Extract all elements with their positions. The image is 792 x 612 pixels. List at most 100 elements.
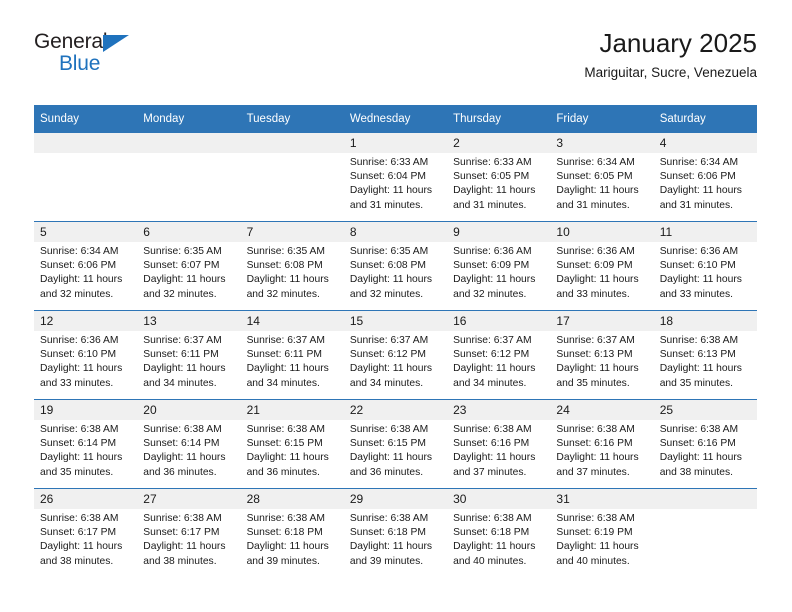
- calendar-day-cell[interactable]: 28 Sunrise: 6:38 AM Sunset: 6:18 PM Dayligh…: [240, 488, 344, 577]
- day-number: 26: [34, 489, 138, 509]
- calendar-day-cell[interactable]: 29 Sunrise: 6:38 AM Sunset: 6:18 PM Dayligh…: [343, 488, 448, 577]
- daylight-text: Daylight: 11 hours and 31 minutes.: [349, 185, 433, 211]
- day-number: 2: [447, 133, 551, 153]
- day-details: Sunrise: 6:33 AM Sunset: 6:05 PM Daylight:…: [447, 153, 550, 213]
- calendar-day-cell[interactable]: 25 Sunrise: 6:38 AM Sunset: 6:16 PM Dayligh…: [653, 399, 757, 489]
- day-details: Sunrise: 6:36 AM Sunset: 6:10 PM Daylight:…: [654, 242, 757, 302]
- calendar-day-cell[interactable]: 4 Sunrise: 6:34 AM Sunset: 6:06 PM Daylight…: [653, 133, 757, 222]
- calendar-day-cell[interactable]: 19 Sunrise: 6:38 AM Sunset: 6:14 PM Dayligh…: [34, 399, 138, 489]
- daylight-text: Daylight: 11 hours and 36 minutes.: [143, 452, 226, 478]
- calendar-day-cell[interactable]: 24 Sunrise: 6:38 AM Sunset: 6:16 PM Dayligh…: [550, 399, 654, 489]
- day-details: Sunrise: 6:38 AM Sunset: 6:15 PM Daylight:…: [344, 420, 447, 480]
- calendar-day-cell[interactable]: 18 Sunrise: 6:38 AM Sunset: 6:13 PM Dayligh…: [653, 310, 757, 400]
- daylight-text: Daylight: 11 hours and 34 minutes.: [349, 363, 433, 389]
- day-number: 21: [240, 400, 344, 420]
- daylight-text: Daylight: 11 hours and 40 minutes.: [556, 541, 639, 567]
- calendar-week-row: 26 Sunrise: 6:38 AM Sunset: 6:17 PM Dayligh…: [34, 488, 757, 577]
- calendar-day-cell[interactable]: 17 Sunrise: 6:37 AM Sunset: 6:13 PM Dayligh…: [550, 310, 654, 400]
- sunrise-text: Sunrise: 6:38 AM: [659, 424, 739, 435]
- sunrise-text: Sunrise: 6:35 AM: [349, 246, 429, 257]
- calendar-day-cell[interactable]: 1 Sunrise: 6:33 AM Sunset: 6:04 PM Daylight…: [343, 133, 448, 222]
- day-number: 7: [240, 222, 344, 242]
- calendar-day-cell[interactable]: 20 Sunrise: 6:38 AM Sunset: 6:14 PM Dayligh…: [137, 399, 241, 489]
- day-details: Sunrise: 6:36 AM Sunset: 6:09 PM Daylight:…: [550, 242, 653, 302]
- sunrise-text: Sunrise: 6:33 AM: [349, 157, 429, 168]
- sunset-text: Sunset: 6:14 PM: [143, 438, 220, 450]
- weekday-header-thursday: Thursday: [447, 105, 551, 133]
- daylight-text: Daylight: 11 hours and 32 minutes.: [453, 274, 536, 300]
- daylight-text: Daylight: 11 hours and 38 minutes.: [40, 541, 123, 567]
- daylight-text: Daylight: 11 hours and 38 minutes.: [659, 452, 742, 478]
- sunrise-text: Sunrise: 6:36 AM: [659, 246, 739, 257]
- calendar-day-cell[interactable]: 7 Sunrise: 6:35 AM Sunset: 6:08 PM Daylight…: [240, 221, 344, 311]
- calendar-page: General Blue January 2025 Mariguitar, Su…: [0, 0, 792, 612]
- calendar-day-cell[interactable]: 30 Sunrise: 6:38 AM Sunset: 6:18 PM Dayligh…: [447, 488, 551, 577]
- weekday-header-saturday: Saturday: [653, 105, 757, 133]
- sunset-text: Sunset: 6:16 PM: [659, 438, 736, 450]
- sunset-text: Sunset: 6:06 PM: [659, 171, 736, 183]
- sunrise-text: Sunrise: 6:35 AM: [143, 246, 222, 257]
- weekday-header-friday: Friday: [550, 105, 654, 133]
- sunset-text: Sunset: 6:05 PM: [453, 171, 530, 183]
- daylight-text: Daylight: 11 hours and 36 minutes.: [349, 452, 433, 478]
- calendar-day-cell[interactable]: 14 Sunrise: 6:37 AM Sunset: 6:11 PM Dayligh…: [240, 310, 344, 400]
- day-details: Sunrise: 6:35 AM Sunset: 6:07 PM Daylight:…: [137, 242, 240, 302]
- calendar-day-cell[interactable]: 12 Sunrise: 6:36 AM Sunset: 6:10 PM Dayligh…: [34, 310, 138, 400]
- day-number: 27: [137, 489, 241, 509]
- calendar-day-cell[interactable]: 22 Sunrise: 6:38 AM Sunset: 6:15 PM Dayligh…: [343, 399, 448, 489]
- daylight-text: Daylight: 11 hours and 34 minutes.: [143, 363, 226, 389]
- logo-triangle-icon: [103, 35, 129, 52]
- calendar-day-cell[interactable]: 9 Sunrise: 6:36 AM Sunset: 6:09 PM Daylight…: [447, 221, 551, 311]
- sunset-text: Sunset: 6:17 PM: [40, 527, 117, 539]
- daylight-text: Daylight: 11 hours and 36 minutes.: [246, 452, 329, 478]
- calendar-body: 1 Sunrise: 6:33 AM Sunset: 6:04 PM Daylight…: [34, 133, 757, 577]
- day-number: 10: [550, 222, 654, 242]
- sunrise-text: Sunrise: 6:38 AM: [143, 424, 222, 435]
- weekday-header-wednesday: Wednesday: [343, 105, 448, 133]
- daylight-text: Daylight: 11 hours and 33 minutes.: [659, 274, 742, 300]
- daylight-text: Daylight: 11 hours and 32 minutes.: [143, 274, 226, 300]
- sunrise-text: Sunrise: 6:34 AM: [40, 246, 119, 257]
- sunset-text: Sunset: 6:08 PM: [246, 260, 323, 272]
- sunrise-text: Sunrise: 6:38 AM: [349, 513, 429, 524]
- day-details: Sunrise: 6:38 AM Sunset: 6:16 PM Daylight:…: [550, 420, 653, 480]
- generalblue-logo[interactable]: General Blue: [34, 30, 154, 84]
- calendar-day-cell[interactable]: 2 Sunrise: 6:33 AM Sunset: 6:05 PM Daylight…: [447, 133, 551, 222]
- daylight-text: Daylight: 11 hours and 39 minutes.: [349, 541, 433, 567]
- calendar-day-cell[interactable]: 11 Sunrise: 6:36 AM Sunset: 6:10 PM Dayligh…: [653, 221, 757, 311]
- weekday-header-row: Sunday Monday Tuesday Wednesday Thursday…: [34, 105, 757, 133]
- daylight-text: Daylight: 11 hours and 32 minutes.: [40, 274, 123, 300]
- daylight-text: Daylight: 11 hours and 37 minutes.: [556, 452, 639, 478]
- day-number: 31: [550, 489, 654, 509]
- daylight-text: Daylight: 11 hours and 37 minutes.: [453, 452, 536, 478]
- calendar-day-cell[interactable]: 21 Sunrise: 6:38 AM Sunset: 6:15 PM Dayligh…: [240, 399, 344, 489]
- day-details: Sunrise: 6:33 AM Sunset: 6:04 PM Daylight:…: [344, 153, 447, 213]
- calendar-day-cell[interactable]: 10 Sunrise: 6:36 AM Sunset: 6:09 PM Dayligh…: [550, 221, 654, 311]
- day-number: 4: [653, 133, 757, 153]
- calendar-day-cell[interactable]: 13 Sunrise: 6:37 AM Sunset: 6:11 PM Dayligh…: [137, 310, 241, 400]
- calendar-day-cell[interactable]: 3 Sunrise: 6:34 AM Sunset: 6:05 PM Daylight…: [550, 133, 654, 222]
- calendar-day-cell[interactable]: 31 Sunrise: 6:38 AM Sunset: 6:19 PM Dayligh…: [550, 488, 654, 577]
- day-details: Sunrise: 6:37 AM Sunset: 6:12 PM Daylight:…: [447, 331, 550, 391]
- calendar-day-cell[interactable]: 8 Sunrise: 6:35 AM Sunset: 6:08 PM Daylight…: [343, 221, 448, 311]
- day-details: Sunrise: 6:38 AM Sunset: 6:14 PM Daylight:…: [34, 420, 137, 480]
- day-details: Sunrise: 6:38 AM Sunset: 6:16 PM Daylight:…: [447, 420, 550, 480]
- calendar-day-cell-empty: [137, 133, 241, 222]
- sunset-text: Sunset: 6:11 PM: [143, 349, 219, 361]
- daylight-text: Daylight: 11 hours and 31 minutes.: [659, 185, 742, 211]
- calendar-day-cell[interactable]: 6 Sunrise: 6:35 AM Sunset: 6:07 PM Daylight…: [137, 221, 241, 311]
- sunset-text: Sunset: 6:15 PM: [349, 438, 426, 450]
- page-header: General Blue January 2025 Mariguitar, Su…: [34, 28, 757, 92]
- calendar-day-cell[interactable]: 23 Sunrise: 6:38 AM Sunset: 6:16 PM Dayligh…: [447, 399, 551, 489]
- calendar-day-cell[interactable]: 15 Sunrise: 6:37 AM Sunset: 6:12 PM Dayligh…: [343, 310, 448, 400]
- day-details: Sunrise: 6:37 AM Sunset: 6:11 PM Daylight:…: [241, 331, 344, 391]
- calendar-day-cell[interactable]: 27 Sunrise: 6:38 AM Sunset: 6:17 PM Dayligh…: [137, 488, 241, 577]
- sunrise-text: Sunrise: 6:38 AM: [556, 513, 635, 524]
- day-number: [240, 133, 344, 153]
- sunrise-text: Sunrise: 6:34 AM: [556, 157, 635, 168]
- sunset-text: Sunset: 6:08 PM: [349, 260, 426, 272]
- day-number: 3: [550, 133, 654, 153]
- calendar-day-cell[interactable]: 26 Sunrise: 6:38 AM Sunset: 6:17 PM Dayligh…: [34, 488, 138, 577]
- calendar-day-cell[interactable]: 5 Sunrise: 6:34 AM Sunset: 6:06 PM Daylight…: [34, 221, 138, 311]
- calendar-day-cell[interactable]: 16 Sunrise: 6:37 AM Sunset: 6:12 PM Dayligh…: [447, 310, 551, 400]
